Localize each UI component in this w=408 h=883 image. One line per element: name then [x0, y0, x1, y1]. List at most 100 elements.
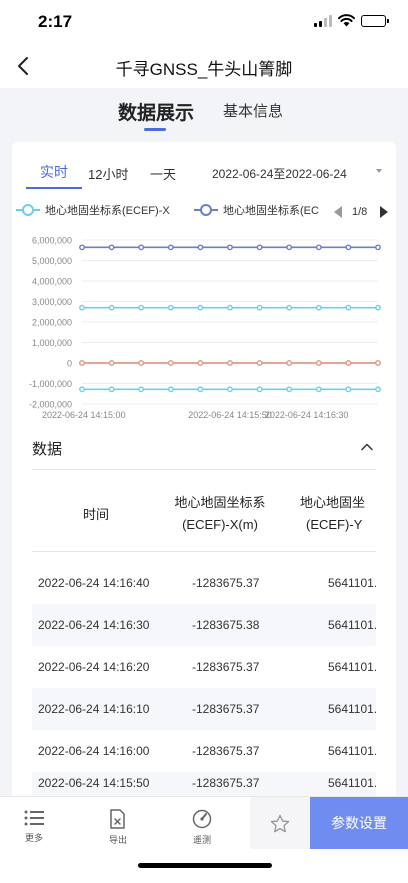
data-card: 实时 12小时 一天 2022-06-24至2022-06-24 地心地固坐标系…	[12, 142, 396, 802]
data-point	[227, 360, 233, 366]
telemetry-label: 遥测	[192, 835, 211, 845]
chevron-up-icon[interactable]	[360, 440, 374, 454]
tab-one-day[interactable]: 一天	[150, 164, 176, 183]
cell-time: 2022-06-24 14:16:10	[38, 702, 150, 716]
data-point	[375, 360, 381, 366]
data-point	[256, 360, 263, 366]
data-point	[108, 360, 115, 366]
legend-item-ecef-x[interactable]: 地心地固坐标系(ECEF)-X	[16, 202, 186, 218]
y-tick-label: 5,000,000	[32, 256, 72, 266]
more-button[interactable]: 更多	[4, 809, 64, 844]
legend-item-ecef-y[interactable]: 地心地固坐标系(EC	[194, 202, 328, 218]
cell-ecef-x: -1283675.37	[192, 776, 260, 790]
tab-12-hours[interactable]: 12小时	[88, 164, 128, 183]
page-title: 千寻GNSS_牛头山箐脚	[115, 60, 293, 79]
date-range-picker[interactable]: 2022-06-24至2022-06-24	[212, 165, 347, 182]
table-body[interactable]: 2022-06-24 14:16:40 -1283675.37 5641101.…	[32, 562, 376, 802]
y-tick-label: 6,000,000	[32, 236, 72, 246]
legend-prev-icon[interactable]	[334, 206, 342, 218]
data-point	[375, 386, 381, 393]
data-point	[138, 386, 145, 393]
cell-ecef-y: 5641101.1	[328, 576, 376, 590]
table-row[interactable]: 2022-06-24 14:16:40 -1283675.37 5641101.…	[32, 562, 376, 604]
gauge-icon	[192, 809, 212, 829]
x-tick-label: 2022-06-24 14:15:50	[188, 410, 272, 420]
data-point	[79, 386, 85, 393]
cell-time: 2022-06-24 14:15:50	[38, 776, 150, 790]
tab-realtime[interactable]: 实时	[40, 162, 68, 182]
data-point	[138, 304, 145, 311]
y-tick-label: 1,000,000	[32, 338, 72, 348]
export-file-icon	[110, 809, 125, 829]
data-point	[345, 304, 352, 311]
data-point	[256, 304, 263, 311]
bottom-toolbar: 更多 导出 遥测 参数设置	[0, 796, 408, 883]
data-point	[315, 386, 322, 393]
cell-ecef-y: 5641101.1	[328, 702, 376, 716]
parameter-settings-button[interactable]: 参数设置	[310, 797, 408, 849]
cell-ecef-x: -1283675.37	[192, 702, 260, 716]
column-header-ecef-x: 地心地固坐标系 (ECEF)-X(m)	[160, 492, 280, 536]
legend-page-indicator: 1/8	[352, 206, 368, 218]
data-section-header[interactable]: 数据	[32, 438, 376, 470]
data-point	[256, 244, 263, 251]
cell-ecef-x: -1283675.38	[192, 618, 260, 632]
x-tick-label: 2022-06-24 14:16:30	[265, 410, 349, 420]
list-icon	[24, 810, 44, 826]
data-point	[167, 386, 174, 393]
table-row[interactable]: 2022-06-24 14:16:00 -1283675.37 5641101.…	[32, 730, 376, 772]
x-tick-label: 2022-06-24 14:15:00	[42, 410, 126, 420]
wifi-icon	[338, 14, 355, 27]
tab-basic-info[interactable]: 基本信息	[223, 100, 283, 121]
segment-tabs: 数据展示 基本信息	[0, 88, 408, 142]
star-icon	[270, 814, 290, 833]
legend-next-icon[interactable]	[380, 206, 388, 218]
data-point	[108, 304, 115, 311]
battery-icon	[361, 14, 389, 27]
data-point	[227, 244, 233, 251]
data-point	[108, 244, 115, 251]
data-point	[79, 360, 85, 366]
column-header-ecef-y: 地心地固坐 (ECEF)-Y	[300, 492, 376, 536]
tab-data-display[interactable]: 数据展示	[118, 98, 194, 125]
table-row[interactable]: 2022-06-24 14:16:30 -1283675.38 5641101.…	[32, 604, 376, 646]
y-tick-label: 2,000,000	[32, 318, 72, 328]
caret-down-icon[interactable]	[376, 169, 382, 173]
cell-ecef-y: 5641101.1	[328, 744, 376, 758]
cell-ecef-x: -1283675.37	[192, 576, 260, 590]
column-header-line: 地心地固坐标系	[174, 495, 266, 510]
favorite-button[interactable]	[250, 797, 310, 849]
cell-time: 2022-06-24 14:16:30	[38, 618, 150, 632]
data-point	[167, 244, 174, 251]
data-point	[315, 304, 322, 311]
status-time: 2:17	[38, 12, 73, 31]
column-header-line: (ECEF)-X(m)	[182, 517, 258, 532]
data-point	[138, 244, 145, 251]
data-point	[375, 304, 381, 311]
status-icons	[314, 14, 389, 27]
data-point	[197, 360, 204, 366]
chart-legend: 地心地固坐标系(ECEF)-X 地心地固坐标系(EC 1/8	[12, 202, 396, 224]
cell-ecef-x: -1283675.37	[192, 660, 260, 674]
telemetry-button[interactable]: 遥测	[172, 809, 232, 846]
cell-time: 2022-06-24 14:16:00	[38, 744, 150, 758]
y-tick-label: -2,000,000	[29, 400, 72, 410]
data-point	[286, 304, 293, 311]
export-button[interactable]: 导出	[88, 809, 148, 846]
data-point	[256, 386, 263, 393]
table-row[interactable]: 2022-06-24 14:16:10 -1283675.37 5641101.…	[32, 688, 376, 730]
data-point	[79, 304, 85, 311]
home-indicator	[138, 863, 272, 868]
column-header-line: 地心地固坐	[300, 495, 366, 510]
cell-time: 2022-06-24 14:16:20	[38, 660, 150, 674]
table-row[interactable]: 2022-06-24 14:16:20 -1283675.37 5641101.…	[32, 646, 376, 688]
data-point	[345, 386, 352, 393]
data-point	[375, 244, 381, 251]
cellular-signal-icon	[314, 14, 332, 27]
data-point	[197, 386, 204, 393]
column-header-time: 时间	[64, 504, 128, 526]
time-range-tabs: 实时 12小时 一天 2022-06-24至2022-06-24	[12, 142, 396, 190]
y-tick-label: 4,000,000	[32, 277, 72, 287]
cell-ecef-y: 5641101.1	[328, 660, 376, 674]
data-point	[167, 304, 174, 311]
